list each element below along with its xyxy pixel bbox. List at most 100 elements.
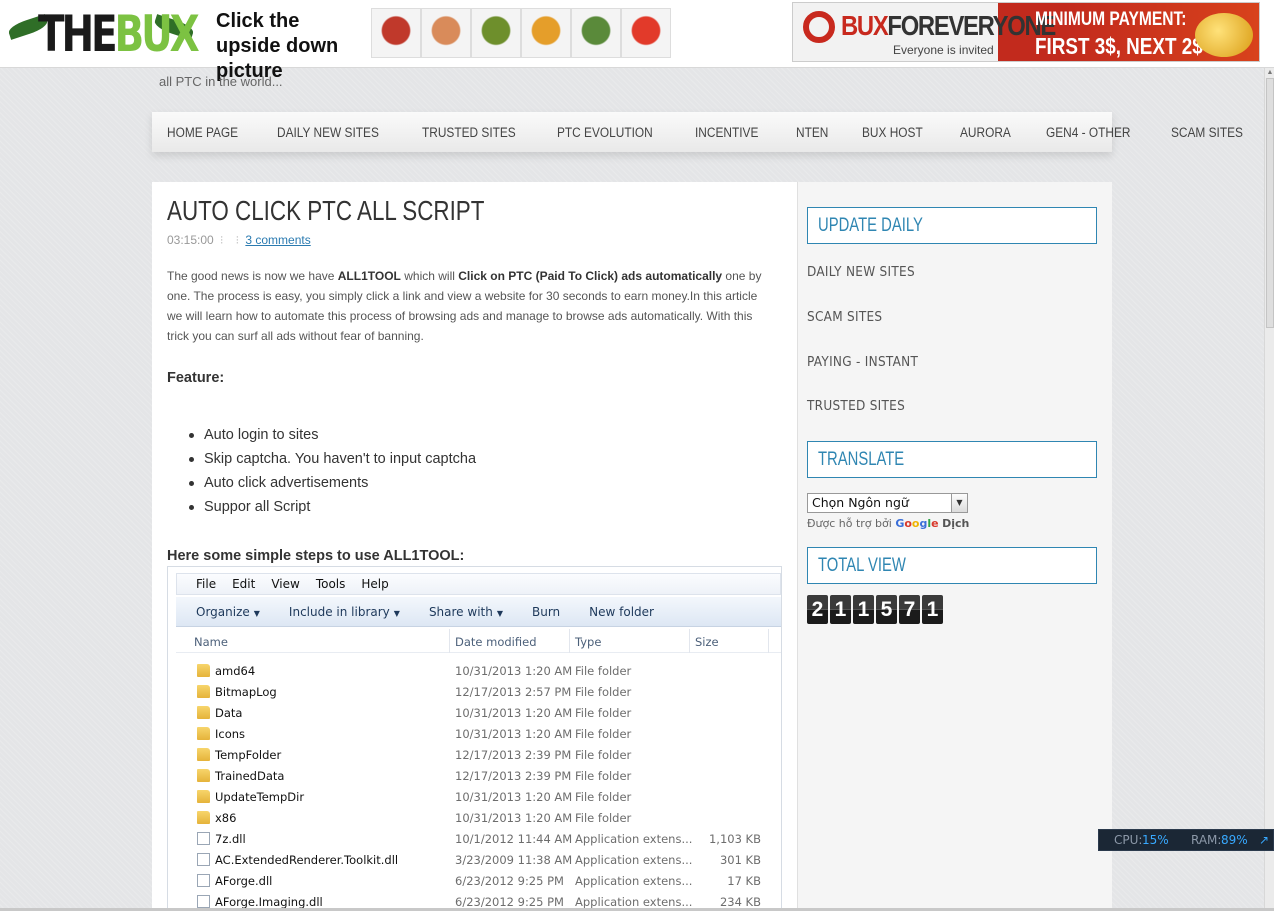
feature-list: Auto login to sites Skip captcha. You hav… — [188, 423, 476, 519]
menu-file[interactable]: File — [196, 577, 216, 591]
toolbar-label: Burn — [532, 604, 561, 619]
file-type: File folder — [575, 727, 632, 741]
file-type: Application extens... — [575, 853, 693, 867]
sidebar-link-paying-instant[interactable]: PAYING - INSTANT — [807, 355, 918, 370]
counter-digit: 1 — [830, 595, 851, 624]
nav-item-scam-sites[interactable]: SCAM SITES — [1171, 125, 1243, 140]
file-name: Data — [215, 706, 243, 720]
toolbar-share-with[interactable]: Share with ▼ — [429, 605, 503, 619]
intro-text: The good news is now we have — [167, 269, 338, 283]
scrollbar-thumb[interactable] — [1266, 78, 1274, 328]
file-size: 234 KB — [719, 895, 761, 909]
scroll-up-arrow-icon[interactable]: ▲ — [1265, 68, 1274, 78]
nav-item-home-page[interactable]: HOME PAGE — [167, 125, 238, 140]
nav-item-aurora[interactable]: AURORA — [960, 125, 1011, 140]
main-nav: HOME PAGE DAILY NEW SITES TRUSTED SITES PTC… — [152, 112, 1243, 152]
nav-item-gen4-other[interactable]: GEN4 - OTHER — [1046, 125, 1130, 140]
counter-digit: 5 — [876, 595, 897, 624]
sheep-icon[interactable] — [571, 8, 621, 58]
file-name: amd64 — [215, 664, 256, 678]
google-logo[interactable]: Google — [895, 517, 938, 530]
ghostbusters-icon[interactable] — [371, 8, 421, 58]
post-meta: 03:15:00 ⁝ ⁝ 3 comments — [167, 233, 311, 247]
file-row[interactable]: AForge.dll 6/23/2012 9:25 PM Application e… — [176, 871, 781, 892]
post-time: 03:15:00 — [167, 233, 214, 247]
file-date: 3/23/2009 11:38 AM — [455, 853, 573, 867]
top-ad-bar: THEBUX Click the upside down picture BUX… — [0, 0, 1274, 82]
language-select[interactable]: Chọn Ngôn ngữ ▼ — [807, 493, 968, 513]
powered-by-google: Được hỗ trợ bởi Google Dịch — [807, 517, 969, 530]
sidebar: UPDATE DAILY DAILY NEW SITES SCAM SITES … — [798, 182, 1112, 911]
file-row[interactable]: Data 10/31/2013 1:20 AM File folder — [176, 703, 781, 724]
shrek-icon[interactable] — [471, 8, 521, 58]
dll-file-icon — [197, 895, 210, 908]
comments-link[interactable]: 3 comments — [245, 233, 310, 247]
file-row[interactable]: x86 10/31/2013 1:20 AM File folder — [176, 808, 781, 829]
thebux-logo[interactable]: THEBUX — [6, 2, 200, 64]
post-title[interactable]: AUTO CLICK PTC ALL SCRIPT — [167, 196, 484, 226]
file-row[interactable]: AC.ExtendedRenderer.Toolkit.dll 3/23/2009… — [176, 850, 781, 871]
chevron-down-icon[interactable]: ▼ — [951, 494, 967, 512]
widget-title-text: UPDATE DAILY — [818, 215, 923, 236]
toolbar-label: Share with — [428, 604, 493, 619]
nav-item-nten[interactable]: NTEN — [796, 125, 828, 140]
google-translate-link[interactable]: Dịch — [942, 517, 969, 530]
file-name: AForge.Imaging.dll — [215, 895, 323, 909]
file-date: 6/23/2012 9:25 PM — [455, 895, 564, 909]
folder-icon — [197, 811, 210, 824]
file-row[interactable]: TrainedData 12/17/2013 2:39 PM File folder — [176, 766, 781, 787]
column-divider — [569, 629, 570, 653]
toolbar-burn[interactable]: Burn — [532, 605, 560, 619]
column-divider — [768, 629, 769, 653]
file-row[interactable]: Icons 10/31/2013 1:20 AM File folder — [176, 724, 781, 745]
file-date: 10/31/2013 1:20 AM — [455, 811, 573, 825]
menu-edit[interactable]: Edit — [232, 577, 255, 591]
file-row[interactable]: TempFolder 12/17/2013 2:39 PM File folder — [176, 745, 781, 766]
sidebar-link-trusted-sites[interactable]: TRUSTED SITES — [807, 399, 905, 414]
nav-item-daily-new-sites[interactable]: DAILY NEW SITES — [277, 125, 379, 140]
dll-file-icon — [197, 853, 210, 866]
file-row[interactable]: amd64 10/31/2013 1:20 AM File folder — [176, 661, 781, 682]
file-name: TempFolder — [215, 748, 282, 762]
chevron-down-icon: ▼ — [253, 608, 260, 618]
file-type: Application extens... — [575, 895, 693, 909]
nav-item-ptc-evolution[interactable]: PTC EVOLUTION — [557, 125, 653, 140]
menu-view[interactable]: View — [271, 577, 299, 591]
menu-tools[interactable]: Tools — [316, 577, 346, 591]
intro-text: which will — [400, 269, 459, 283]
folder-icon — [197, 790, 210, 803]
file-type: Application extens... — [575, 874, 693, 888]
nav-item-trusted-sites[interactable]: TRUSTED SITES — [422, 125, 516, 140]
file-name: BitmapLog — [215, 685, 277, 699]
google-letter: G — [895, 517, 905, 530]
explorer-column-header: Name Date modified Type Size — [176, 629, 781, 653]
file-row[interactable]: 7z.dll 10/1/2012 11:44 AM Application exte… — [176, 829, 781, 850]
banner-payment: MINIMUM PAYMENT: FIRST 3$, NEXT 2$ — [1035, 7, 1203, 59]
file-type: File folder — [575, 769, 632, 783]
sidebar-link-scam-sites[interactable]: SCAM SITES — [807, 310, 882, 325]
page-scrollbar[interactable]: ▲ — [1264, 68, 1274, 911]
file-type: Application extens... — [575, 832, 693, 846]
nav-item-bux-host[interactable]: BUX HOST — [862, 125, 923, 140]
folder-icon — [197, 706, 210, 719]
buxforeveryone-banner[interactable]: BUXFOREVERYONE Everyone is invited MINIM… — [792, 2, 1260, 62]
linux-penguin-icon[interactable] — [521, 8, 571, 58]
folder-icon — [197, 748, 210, 761]
expand-arrow-icon[interactable]: ↗ — [1259, 833, 1269, 847]
explorer-screenshot: File Edit View Tools Help Organize ▼ Include i… — [167, 566, 782, 911]
kfc-colonel-icon[interactable] — [621, 8, 671, 58]
file-row[interactable]: BitmapLog 12/17/2013 2:57 PM File folder — [176, 682, 781, 703]
toolbar-organize[interactable]: Organize ▼ — [196, 605, 260, 619]
chevron-down-icon: ▼ — [393, 608, 400, 618]
dll-file-icon — [197, 874, 210, 887]
toolbar-new-folder[interactable]: New folder — [589, 605, 654, 619]
warrior-woman-icon[interactable] — [421, 8, 471, 58]
toolbar-include-in-library[interactable]: Include in library ▼ — [289, 605, 400, 619]
sidebar-link-daily-new-sites[interactable]: DAILY NEW SITES — [807, 265, 915, 280]
file-name: AForge.dll — [215, 874, 273, 888]
file-date: 10/31/2013 1:20 AM — [455, 706, 573, 720]
menu-help[interactable]: Help — [361, 577, 388, 591]
ram-value: 89% — [1221, 833, 1248, 847]
file-row[interactable]: UpdateTempDir 10/31/2013 1:20 AM File fold… — [176, 787, 781, 808]
nav-item-incentive[interactable]: INCENTIVE — [695, 125, 758, 140]
